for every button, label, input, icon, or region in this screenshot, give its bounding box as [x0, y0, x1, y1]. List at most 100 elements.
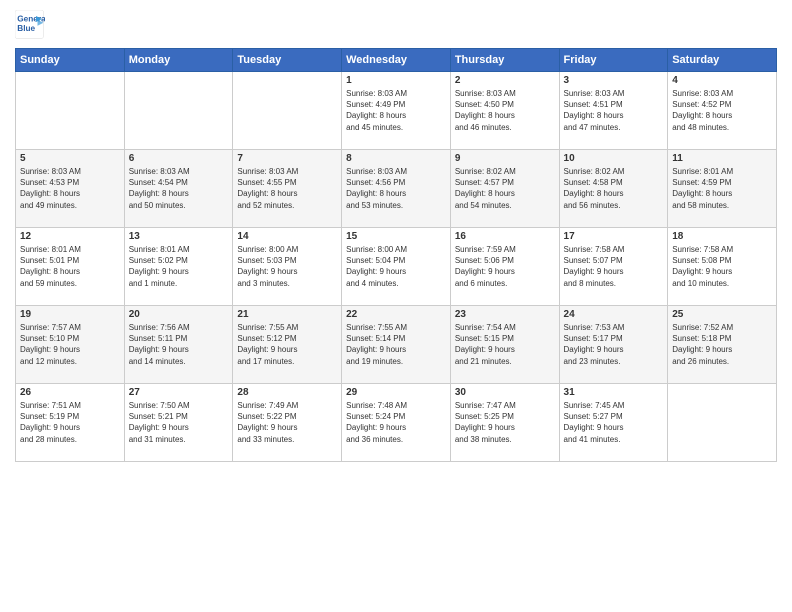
day-number: 14 — [237, 231, 337, 242]
day-number: 21 — [237, 309, 337, 320]
calendar-cell: 2 Sunrise: 8:03 AM Sunset: 4:50 PM Daylig… — [450, 72, 559, 150]
calendar-cell — [668, 384, 777, 462]
day-number: 4 — [672, 75, 772, 86]
day-info: Sunrise: 7:58 AM Sunset: 5:08 PM Dayligh… — [672, 244, 772, 289]
calendar-cell: 24 Sunrise: 7:53 AM Sunset: 5:17 PM Dayli… — [559, 306, 668, 384]
day-info: Sunrise: 7:55 AM Sunset: 5:12 PM Dayligh… — [237, 322, 337, 367]
calendar-cell: 7 Sunrise: 8:03 AM Sunset: 4:55 PM Daylig… — [233, 150, 342, 228]
day-info: Sunrise: 8:03 AM Sunset: 4:55 PM Dayligh… — [237, 166, 337, 211]
day-number: 12 — [20, 231, 120, 242]
day-number: 5 — [20, 153, 120, 164]
logo: General Blue — [15, 10, 49, 40]
day-info: Sunrise: 8:02 AM Sunset: 4:58 PM Dayligh… — [564, 166, 664, 211]
day-info: Sunrise: 7:58 AM Sunset: 5:07 PM Dayligh… — [564, 244, 664, 289]
day-number: 20 — [129, 309, 229, 320]
calendar-cell: 31 Sunrise: 7:45 AM Sunset: 5:27 PM Dayli… — [559, 384, 668, 462]
day-number: 13 — [129, 231, 229, 242]
calendar-cell: 4 Sunrise: 8:03 AM Sunset: 4:52 PM Daylig… — [668, 72, 777, 150]
day-number: 19 — [20, 309, 120, 320]
day-number: 11 — [672, 153, 772, 164]
calendar-cell: 16 Sunrise: 7:59 AM Sunset: 5:06 PM Dayli… — [450, 228, 559, 306]
calendar-week-row: 12 Sunrise: 8:01 AM Sunset: 5:01 PM Dayli… — [16, 228, 777, 306]
day-info: Sunrise: 7:45 AM Sunset: 5:27 PM Dayligh… — [564, 400, 664, 445]
calendar-cell: 14Sunrise: 8:00 AM Sunset: 5:03 PM Dayli… — [233, 228, 342, 306]
day-info: Sunrise: 8:01 AM Sunset: 4:59 PM Dayligh… — [672, 166, 772, 211]
weekday-header: Monday — [124, 49, 233, 72]
day-number: 17 — [564, 231, 664, 242]
calendar-cell: 8Sunrise: 8:03 AM Sunset: 4:56 PM Daylig… — [342, 150, 451, 228]
calendar-cell: 28 Sunrise: 7:49 AM Sunset: 5:22 PM Dayli… — [233, 384, 342, 462]
day-number: 25 — [672, 309, 772, 320]
calendar-table: SundayMondayTuesdayWednesdayThursdayFrid… — [15, 48, 777, 462]
day-info: Sunrise: 8:03 AM Sunset: 4:50 PM Dayligh… — [455, 88, 555, 133]
day-info: Sunrise: 7:49 AM Sunset: 5:22 PM Dayligh… — [237, 400, 337, 445]
day-number: 1 — [346, 75, 446, 86]
day-number: 18 — [672, 231, 772, 242]
calendar-cell: 1 Sunrise: 8:03 AM Sunset: 4:49 PM Daylig… — [342, 72, 451, 150]
calendar-cell: 12 Sunrise: 8:01 AM Sunset: 5:01 PM Dayli… — [16, 228, 125, 306]
day-number: 15 — [346, 231, 446, 242]
day-number: 27 — [129, 387, 229, 398]
day-number: 3 — [564, 75, 664, 86]
day-number: 31 — [564, 387, 664, 398]
day-number: 16 — [455, 231, 555, 242]
calendar-cell: 17 Sunrise: 7:58 AM Sunset: 5:07 PM Dayli… — [559, 228, 668, 306]
day-info: Sunrise: 7:59 AM Sunset: 5:06 PM Dayligh… — [455, 244, 555, 289]
day-number: 7 — [237, 153, 337, 164]
day-info: Sunrise: 8:01 AM Sunset: 5:01 PM Dayligh… — [20, 244, 120, 289]
day-number: 29 — [346, 387, 446, 398]
day-info: Sunrise: 8:02 AM Sunset: 4:57 PM Dayligh… — [455, 166, 555, 211]
weekday-header: Tuesday — [233, 49, 342, 72]
calendar-cell: 18 Sunrise: 7:58 AM Sunset: 5:08 PM Dayli… — [668, 228, 777, 306]
day-info: Sunrise: 7:57 AM Sunset: 5:10 PM Dayligh… — [20, 322, 120, 367]
day-info: Sunrise: 8:01 AM Sunset: 5:02 PM Dayligh… — [129, 244, 229, 289]
day-number: 23 — [455, 309, 555, 320]
day-info: Sunrise: 7:53 AM Sunset: 5:17 PM Dayligh… — [564, 322, 664, 367]
weekday-header: Thursday — [450, 49, 559, 72]
day-number: 2 — [455, 75, 555, 86]
calendar-cell: 15 Sunrise: 8:00 AM Sunset: 5:04 PM Dayli… — [342, 228, 451, 306]
calendar-cell: 5 Sunrise: 8:03 AM Sunset: 4:53 PM Daylig… — [16, 150, 125, 228]
calendar-cell: 13 Sunrise: 8:01 AM Sunset: 5:02 PM Dayli… — [124, 228, 233, 306]
calendar-week-row: 5 Sunrise: 8:03 AM Sunset: 4:53 PM Daylig… — [16, 150, 777, 228]
day-info: Sunrise: 8:03 AM Sunset: 4:53 PM Dayligh… — [20, 166, 120, 211]
page: General Blue SundayMondayTuesdayWednesda… — [0, 0, 792, 612]
day-number: 28 — [237, 387, 337, 398]
calendar-cell: 20Sunrise: 7:56 AM Sunset: 5:11 PM Dayli… — [124, 306, 233, 384]
calendar-cell: 26 Sunrise: 7:51 AM Sunset: 5:19 PM Dayli… — [16, 384, 125, 462]
day-number: 8 — [346, 153, 446, 164]
calendar-cell: 23Sunrise: 7:54 AM Sunset: 5:15 PM Dayli… — [450, 306, 559, 384]
day-info: Sunrise: 7:47 AM Sunset: 5:25 PM Dayligh… — [455, 400, 555, 445]
day-number: 10 — [564, 153, 664, 164]
calendar-cell: 19 Sunrise: 7:57 AM Sunset: 5:10 PM Dayli… — [16, 306, 125, 384]
day-number: 26 — [20, 387, 120, 398]
calendar-cell — [124, 72, 233, 150]
day-number: 30 — [455, 387, 555, 398]
calendar-cell: 3 Sunrise: 8:03 AM Sunset: 4:51 PM Daylig… — [559, 72, 668, 150]
weekday-header: Saturday — [668, 49, 777, 72]
calendar-cell: 25Sunrise: 7:52 AM Sunset: 5:18 PM Dayli… — [668, 306, 777, 384]
calendar-cell: 29 Sunrise: 7:48 AM Sunset: 5:24 PM Dayli… — [342, 384, 451, 462]
weekday-header: Friday — [559, 49, 668, 72]
day-info: Sunrise: 8:03 AM Sunset: 4:51 PM Dayligh… — [564, 88, 664, 133]
day-number: 22 — [346, 309, 446, 320]
calendar-cell: 21 Sunrise: 7:55 AM Sunset: 5:12 PM Dayli… — [233, 306, 342, 384]
day-info: Sunrise: 8:00 AM Sunset: 5:04 PM Dayligh… — [346, 244, 446, 289]
header-row: SundayMondayTuesdayWednesdayThursdayFrid… — [16, 49, 777, 72]
day-info: Sunrise: 7:48 AM Sunset: 5:24 PM Dayligh… — [346, 400, 446, 445]
logo-icon: General Blue — [15, 10, 45, 40]
calendar-cell — [16, 72, 125, 150]
day-info: Sunrise: 8:03 AM Sunset: 4:49 PM Dayligh… — [346, 88, 446, 133]
day-info: Sunrise: 8:03 AM Sunset: 4:52 PM Dayligh… — [672, 88, 772, 133]
day-number: 24 — [564, 309, 664, 320]
calendar-cell: 11 Sunrise: 8:01 AM Sunset: 4:59 PM Dayli… — [668, 150, 777, 228]
calendar-week-row: 19 Sunrise: 7:57 AM Sunset: 5:10 PM Dayli… — [16, 306, 777, 384]
calendar-cell: 22Sunrise: 7:55 AM Sunset: 5:14 PM Dayli… — [342, 306, 451, 384]
day-info: Sunrise: 7:51 AM Sunset: 5:19 PM Dayligh… — [20, 400, 120, 445]
day-number: 6 — [129, 153, 229, 164]
calendar-cell: 30 Sunrise: 7:47 AM Sunset: 5:25 PM Dayli… — [450, 384, 559, 462]
calendar-cell: 27Sunrise: 7:50 AM Sunset: 5:21 PM Dayli… — [124, 384, 233, 462]
day-number: 9 — [455, 153, 555, 164]
day-info: Sunrise: 8:03 AM Sunset: 4:54 PM Dayligh… — [129, 166, 229, 211]
calendar-cell: 6 Sunrise: 8:03 AM Sunset: 4:54 PM Daylig… — [124, 150, 233, 228]
